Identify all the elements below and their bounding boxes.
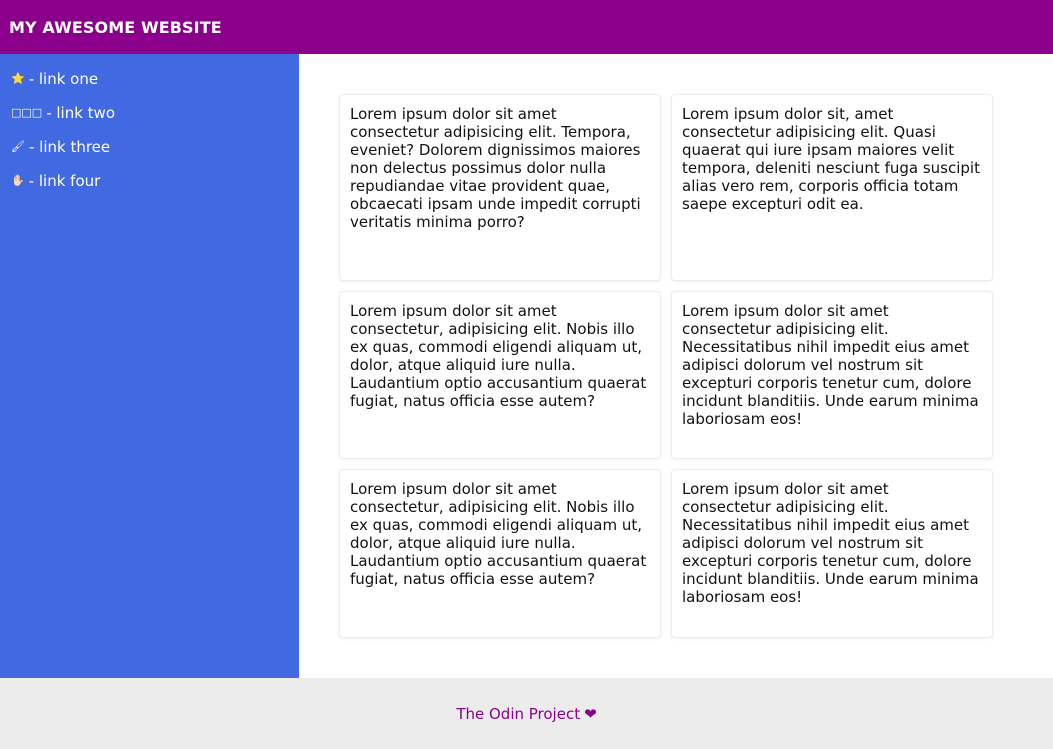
page: MY AWESOME WEBSITE ⭐ - link one □□□ - li… [0, 0, 1053, 749]
content-card: Lorem ipsum dolor sit amet consectetur a… [671, 291, 993, 459]
site-header: MY AWESOME WEBSITE [0, 0, 1053, 54]
placeholder-glyph-icon: □□□ [11, 106, 43, 119]
main-content: Lorem ipsum dolor sit amet consectetur a… [299, 54, 1053, 678]
card-text: Lorem ipsum dolor sit amet consectetur a… [350, 105, 641, 231]
sidebar-item-link-three[interactable]: 🖌 - link three [11, 137, 299, 171]
sidebar-item-link-one[interactable]: ⭐ - link one [11, 69, 299, 103]
sidebar-item-link-four[interactable]: ✋🏻 - link four [11, 171, 299, 205]
site-footer: The Odin Project ❤ [0, 678, 1053, 749]
site-title: MY AWESOME WEBSITE [9, 17, 222, 37]
sidebar-item-label: - link three [28, 138, 111, 156]
sidebar-item-label: - link one [28, 70, 99, 88]
odin-project-link[interactable]: The Odin Project ❤ [456, 705, 596, 723]
card-text: Lorem ipsum dolor sit amet consectetur a… [682, 480, 979, 606]
heart-icon: ❤ [584, 704, 597, 723]
content-card: Lorem ipsum dolor sit, amet consectetur … [671, 94, 993, 281]
card-text: Lorem ipsum dolor sit, amet consectetur … [682, 105, 980, 213]
content-card: Lorem ipsum dolor sit amet consectetur, … [339, 469, 661, 638]
sidebar: ⭐ - link one □□□ - link two 🖌 - link thr… [0, 54, 299, 678]
card-text: Lorem ipsum dolor sit amet consectetur, … [350, 480, 647, 588]
footer-link-text: The Odin Project [456, 704, 581, 723]
content-card: Lorem ipsum dolor sit amet consectetur, … [339, 291, 661, 459]
star-icon: ⭐ [11, 72, 25, 85]
content-card: Lorem ipsum dolor sit amet consectetur a… [339, 94, 661, 281]
sidebar-item-label: - link two [46, 104, 115, 122]
card-text: Lorem ipsum dolor sit amet consectetur a… [682, 302, 979, 428]
sidebar-item-label: - link four [28, 172, 101, 190]
brush-icon: 🖌 [11, 140, 25, 153]
card-text: Lorem ipsum dolor sit amet consectetur, … [350, 302, 647, 410]
content-card: Lorem ipsum dolor sit amet consectetur a… [671, 469, 993, 638]
hand-icon: ✋🏻 [11, 174, 25, 187]
sidebar-item-link-two[interactable]: □□□ - link two [11, 103, 299, 137]
